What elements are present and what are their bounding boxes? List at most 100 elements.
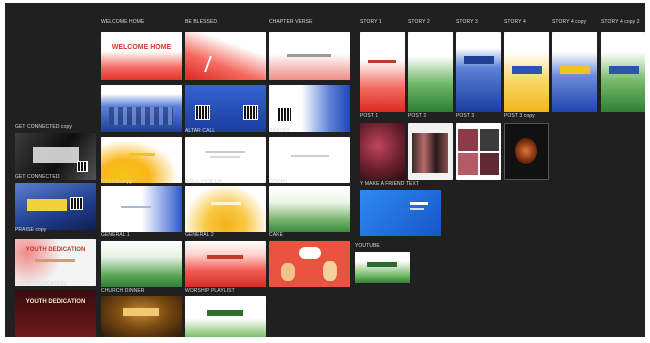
frame-worship-playlist[interactable]: [185, 296, 266, 337]
frame-church-photo-blue[interactable]: [101, 85, 182, 132]
title-block: [560, 66, 590, 74]
frame-good-news[interactable]: [185, 241, 266, 287]
frame-be-blessed[interactable]: [185, 32, 266, 80]
qr-code: [77, 161, 88, 172]
frame-label-post-2: POST 2: [408, 113, 427, 119]
photo-tile-1: [458, 129, 478, 151]
verse-text-line: [287, 54, 331, 57]
green-fade-background: [355, 252, 410, 283]
title-block: [609, 66, 639, 74]
frame-label-story-3: STORY 3: [456, 19, 478, 25]
frame-cake[interactable]: [269, 241, 350, 287]
title-block: [33, 147, 79, 163]
title-block: [123, 308, 159, 316]
green-fade-background: [269, 186, 350, 232]
frame-label-bible-pick-up: BIBLE PICK-UP: [185, 179, 223, 185]
frame-story-4-copy-2[interactable]: [601, 32, 645, 112]
frame-story-4-copy[interactable]: [552, 32, 597, 112]
frame-praise[interactable]: [101, 137, 182, 183]
frame-label-post-3-copy: POST 3 copy: [504, 113, 535, 119]
green-fade-background: [101, 241, 182, 287]
photo-background: [360, 123, 405, 180]
frame-general-yellow[interactable]: [185, 186, 266, 232]
dark-red-background: [15, 290, 96, 337]
crowd-photo: [109, 107, 173, 125]
yellow-background: [101, 137, 182, 183]
frame-post-2[interactable]: [408, 123, 453, 180]
frame-label-story-1: STORY 1: [360, 19, 382, 25]
praise-text-line: [129, 153, 155, 156]
qr-code-right: [243, 105, 258, 120]
design-canvas[interactable]: GET CONNECTED copy GET CONNECTED PRAISE …: [5, 3, 645, 337]
title-line: [207, 255, 243, 259]
frame-label-church-dinner: CHURCH DINNER: [101, 288, 145, 294]
frame-story-2[interactable]: [408, 32, 453, 112]
green-fade-background: [185, 296, 266, 337]
welcome-title: WELCOME HOME: [111, 44, 172, 51]
frame-label-be-blessed: BE BLESSED: [185, 19, 218, 25]
frame-label-make-a-friend: Y MAKE A FRIEND TEXT: [360, 181, 420, 187]
dinner-background: [101, 296, 182, 337]
qr-code: [277, 107, 292, 122]
title-block: [27, 199, 67, 211]
title-line: [368, 60, 396, 63]
frame-youth-dedication[interactable]: YOUTH DEDICATION: [15, 290, 96, 337]
frame-post-3[interactable]: [456, 123, 501, 180]
title-block: [464, 56, 494, 64]
text-line-2: [210, 156, 240, 158]
red-gradient-background: [101, 32, 182, 80]
candle-photo: [515, 138, 537, 164]
frame-general-blue[interactable]: [101, 186, 182, 232]
frame-bible-pick-up[interactable]: [185, 137, 266, 183]
frame-label-general-2: GENERAL 2: [185, 232, 214, 238]
frame-make-a-friend[interactable]: [360, 190, 441, 236]
frame-label-post-3: POST 3: [456, 113, 475, 119]
frame-church-dinner[interactable]: [101, 296, 182, 337]
text-line: [121, 206, 151, 208]
frame-story-1[interactable]: [360, 32, 405, 112]
youth-dedication-title: YOUTH DEDICATION: [25, 299, 86, 305]
frame-youtube[interactable]: [355, 252, 410, 283]
frame-label-story-4-copy: STORY 4 copy: [552, 19, 587, 25]
frame-post-3-copy[interactable]: [504, 123, 549, 180]
frame-label-prayer: PRAYER: [269, 128, 290, 134]
frame-label-praise: PRAISE copy: [101, 179, 133, 185]
qr-code: [70, 197, 83, 210]
subtitle-line: [410, 208, 424, 210]
title-block: [207, 310, 243, 316]
frame-green-fade[interactable]: [269, 186, 350, 232]
photo-tile-2: [480, 129, 499, 151]
frame-label-story-4: STORY 4: [504, 19, 526, 25]
title-block: [512, 66, 542, 74]
subtitle-line: [35, 259, 75, 262]
frame-welcome-home[interactable]: WELCOME HOME: [101, 32, 182, 80]
frame-praise-copy[interactable]: YOUTH DEDICATION: [15, 239, 96, 286]
frame-label-youtube: YOUTUBE: [355, 243, 380, 249]
frame-godpk[interactable]: [269, 137, 350, 183]
frame-label-story-4-copy-2: STORY 4 copy 2: [601, 19, 640, 25]
frame-label-get-connected: GET CONNECTED: [15, 174, 60, 180]
frame-chapter-verse[interactable]: [269, 32, 350, 80]
photo-tile-4: [480, 153, 499, 175]
frame-get-connected[interactable]: [15, 183, 96, 230]
red-gradient-background: [360, 32, 405, 112]
frame-story-4[interactable]: [504, 32, 549, 112]
frame-get-connected-copy[interactable]: [15, 133, 96, 180]
person-illustration-left: [281, 263, 295, 281]
frame-story-3[interactable]: [456, 32, 501, 112]
frame-label-godpk: GODPK: [269, 179, 288, 185]
frame-label-youth: YOUTH DEDICATION: [15, 281, 66, 287]
photo-tile-3: [458, 153, 478, 175]
frame-label-story-2: STORY 2: [408, 19, 430, 25]
youth-dedication-title: YOUTH DEDICATION: [25, 247, 86, 253]
frame-label-post-1: POST 1: [360, 113, 379, 119]
frame-post-1[interactable]: [360, 123, 405, 180]
frame-green[interactable]: [101, 241, 182, 287]
frame-altar-call[interactable]: [185, 85, 266, 132]
blue-background: [360, 190, 441, 236]
blue-fade-background: [101, 186, 182, 232]
frame-label-welcome-home: WELCOME HOME: [101, 19, 145, 25]
frame-prayer[interactable]: [269, 85, 350, 132]
person-illustration-right: [323, 261, 337, 281]
frame-label-get-connected-copy: GET CONNECTED copy: [15, 124, 72, 130]
